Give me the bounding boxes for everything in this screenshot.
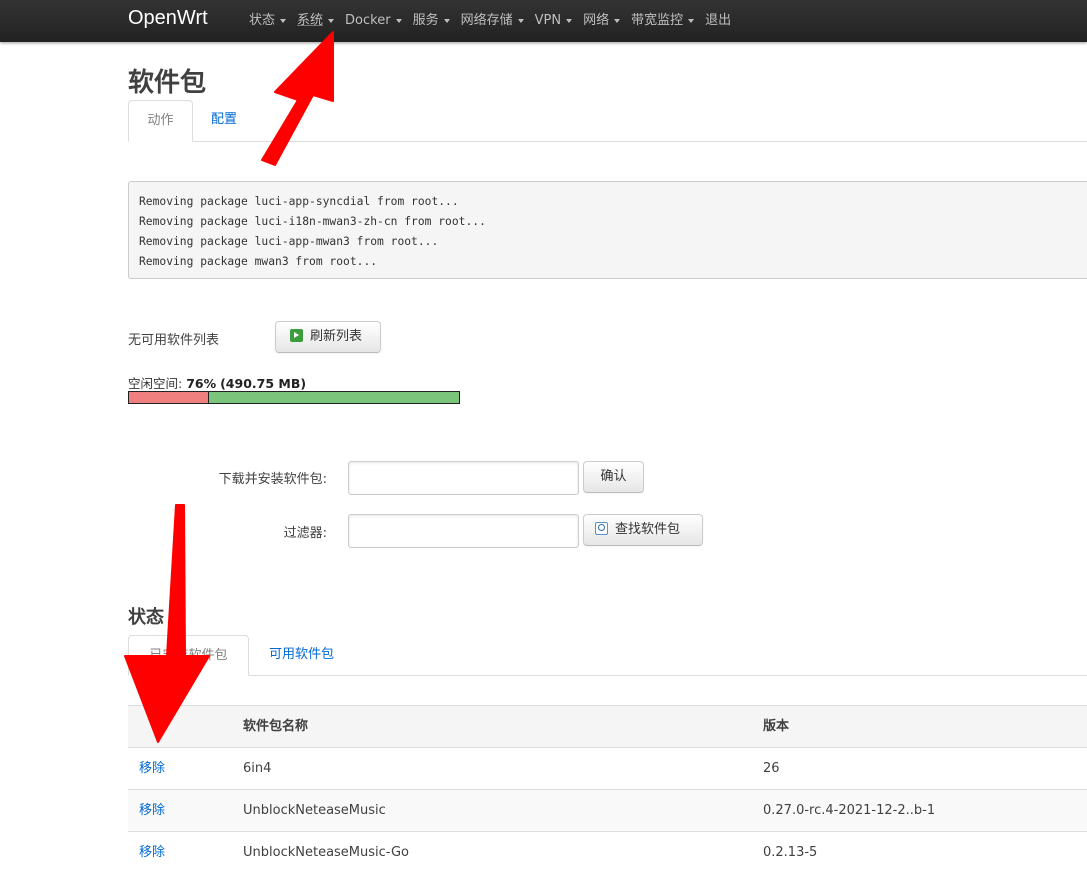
log-line: Removing package luci-i18n-mwan3-zh-cn f… — [139, 215, 486, 228]
chevron-down-icon — [395, 18, 402, 23]
chevron-down-icon — [328, 18, 335, 23]
chevron-down-icon — [614, 18, 621, 23]
find-package-button[interactable]: 查找软件包 — [583, 514, 703, 546]
nav-item-nas[interactable]: 网络存储 — [461, 0, 535, 42]
log-line: Removing package luci-app-mwan3 from roo… — [139, 235, 439, 248]
nav-item-bandwidth[interactable]: 带宽监控 — [631, 0, 705, 42]
remove-link[interactable]: 移除 — [139, 748, 165, 789]
storage-bar-used — [129, 392, 210, 403]
filter-label: 过滤器: — [283, 526, 327, 541]
table-row: 移除 6in4 26 — [128, 747, 1087, 789]
status-section-title: 状态 — [128, 607, 164, 628]
nav-item-network[interactable]: 网络 — [583, 0, 631, 42]
nav-item-vpn[interactable]: VPN — [535, 0, 583, 42]
nav-item-logout[interactable]: 退出 — [705, 0, 742, 42]
log-line: Removing package luci-app-syncdial from … — [139, 195, 459, 208]
download-package-input[interactable] — [348, 461, 579, 495]
packages-table: 软件包名称 版本 移除 6in4 26 移除 UnblockNeteaseMus… — [128, 705, 1087, 873]
table-row: 移除 UnblockNeteaseMusic 0.27.0-rc.4-2021-… — [128, 789, 1087, 831]
column-header-version: 版本 — [763, 719, 790, 734]
main-menu: 状态 系统 Docker 服务 网络存储 VPN 网络 带宽监控 退出 — [249, 0, 742, 42]
action-tabs: 动作 配置 — [128, 100, 1087, 142]
download-label: 下载并安装软件包: — [218, 472, 327, 487]
refresh-icon — [290, 329, 303, 342]
search-icon — [595, 522, 608, 535]
chevron-down-icon — [566, 18, 573, 23]
tab-available-packages[interactable]: 可用软件包 — [252, 635, 351, 675]
nav-item-system[interactable]: 系统 — [297, 0, 345, 42]
storage-bar-free — [209, 392, 459, 403]
package-name: 6in4 — [243, 761, 272, 776]
page-title: 软件包 — [128, 68, 207, 98]
chevron-down-icon — [443, 18, 450, 23]
nav-item-services[interactable]: 服务 — [413, 0, 461, 42]
table-header-row: 软件包名称 版本 — [128, 705, 1087, 747]
confirm-button[interactable]: 确认 — [583, 461, 644, 493]
brand-logo[interactable]: OpenWrt — [128, 7, 208, 30]
chevron-down-icon — [688, 18, 695, 23]
column-header-name: 软件包名称 — [243, 719, 309, 734]
chevron-down-icon — [517, 18, 524, 23]
tab-installed-packages[interactable]: 已安装软件包 — [128, 635, 249, 676]
red-arrow-up-icon — [261, 31, 334, 166]
refresh-list-button[interactable]: 刷新列表 — [275, 321, 381, 353]
nav-item-docker[interactable]: Docker — [345, 0, 413, 42]
tab-config[interactable]: 配置 — [194, 100, 254, 141]
free-space-percent: 76% — [186, 376, 217, 391]
free-space-size: (490.75 MB) — [220, 376, 307, 391]
tab-actions[interactable]: 动作 — [128, 100, 193, 142]
package-name: UnblockNeteaseMusic — [243, 803, 386, 818]
package-version: 0.27.0-rc.4-2021-12-2..b-1 — [763, 803, 936, 818]
free-space-label: 空闲空间: 76% (490.75 MB) — [128, 376, 307, 391]
filter-input[interactable] — [348, 514, 579, 548]
package-version: 26 — [763, 761, 780, 776]
operation-log: Removing package luci-app-syncdial from … — [128, 181, 1087, 279]
status-tabs: 已安装软件包 可用软件包 — [128, 635, 1087, 676]
log-line: Removing package mwan3 from root... — [139, 255, 378, 268]
top-navbar: OpenWrt 状态 系统 Docker 服务 网络存储 VPN 网络 带宽监控… — [0, 0, 1087, 42]
no-list-text: 无可用软件列表 — [128, 333, 220, 348]
nav-item-status[interactable]: 状态 — [249, 0, 297, 42]
remove-link[interactable]: 移除 — [139, 790, 165, 831]
chevron-down-icon — [280, 18, 287, 23]
storage-bar — [128, 391, 460, 404]
